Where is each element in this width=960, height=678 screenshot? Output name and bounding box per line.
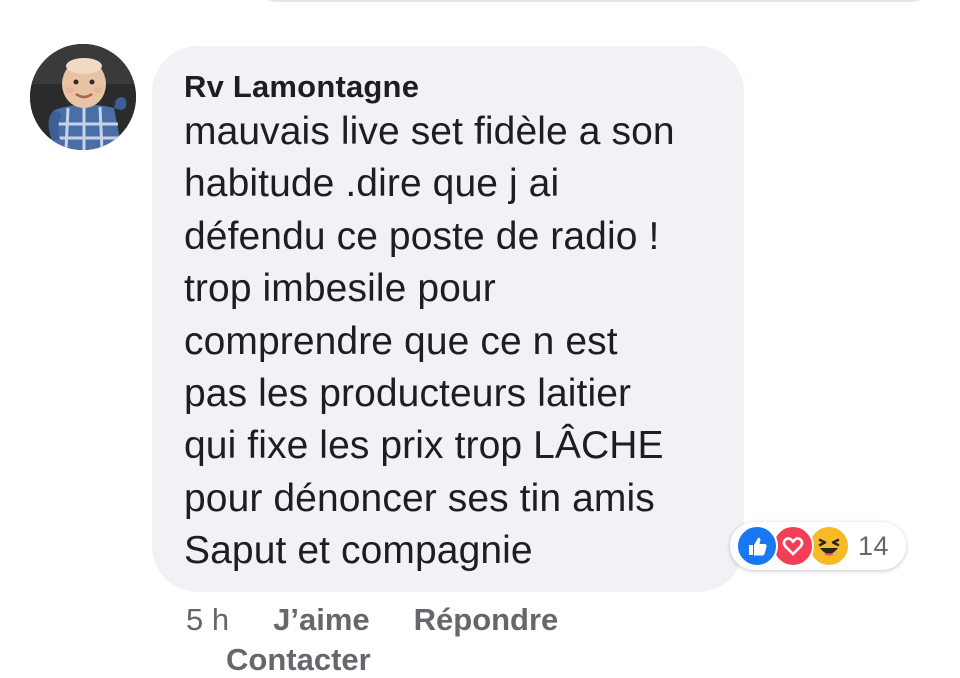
love-icon [772,525,814,567]
contact-button[interactable]: Contacter [226,642,371,678]
haha-icon [808,525,850,567]
reactions-count: 14 [858,530,890,561]
comment-bubble: Rv Lamontagne mauvais live set fidèle a … [152,46,744,592]
comment-text: mauvais live set fidèle a son habitude .… [184,110,675,573]
avatar-image [30,44,136,150]
comment-actions: 5 h J’aime Répondre [186,600,602,640]
like-button[interactable]: J’aime [273,602,370,638]
previous-comment-box-edge [258,0,930,2]
reactions-summary[interactable]: 14 [730,522,906,570]
comment-timestamp[interactable]: 5 h [186,602,229,638]
reply-button[interactable]: Répondre [414,602,559,638]
like-icon [736,525,778,567]
avatar[interactable] [30,44,136,150]
comment-author[interactable]: Rv Lamontagne [184,68,744,106]
